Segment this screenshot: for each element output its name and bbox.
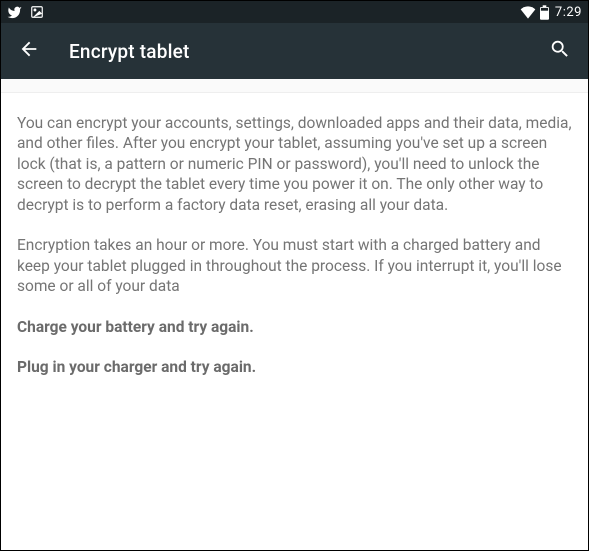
header-gap bbox=[1, 79, 588, 93]
search-icon bbox=[549, 38, 571, 64]
content-body: You can encrypt your accounts, settings,… bbox=[1, 93, 588, 414]
arrow-back-icon bbox=[18, 38, 40, 64]
status-left-icons bbox=[7, 5, 44, 20]
description-paragraph-2: Encryption takes an hour or more. You mu… bbox=[17, 235, 572, 296]
wifi-icon bbox=[520, 5, 536, 19]
status-bar: 7:29 bbox=[1, 1, 588, 23]
charger-warning: Plug in your charger and try again. bbox=[17, 357, 572, 377]
screen: 7:29 Encrypt tablet You can encrypt your… bbox=[0, 0, 589, 551]
back-button[interactable] bbox=[15, 37, 43, 65]
battery-icon bbox=[540, 5, 549, 20]
status-clock: 7:29 bbox=[555, 5, 582, 20]
status-right-icons: 7:29 bbox=[520, 5, 582, 20]
battery-warning: Charge your battery and try again. bbox=[17, 317, 572, 337]
page-title: Encrypt tablet bbox=[69, 40, 190, 63]
image-icon bbox=[30, 5, 44, 19]
twitter-icon bbox=[7, 5, 22, 20]
description-paragraph-1: You can encrypt your accounts, settings,… bbox=[17, 113, 572, 215]
app-bar: Encrypt tablet bbox=[1, 23, 588, 79]
search-button[interactable] bbox=[546, 37, 574, 65]
